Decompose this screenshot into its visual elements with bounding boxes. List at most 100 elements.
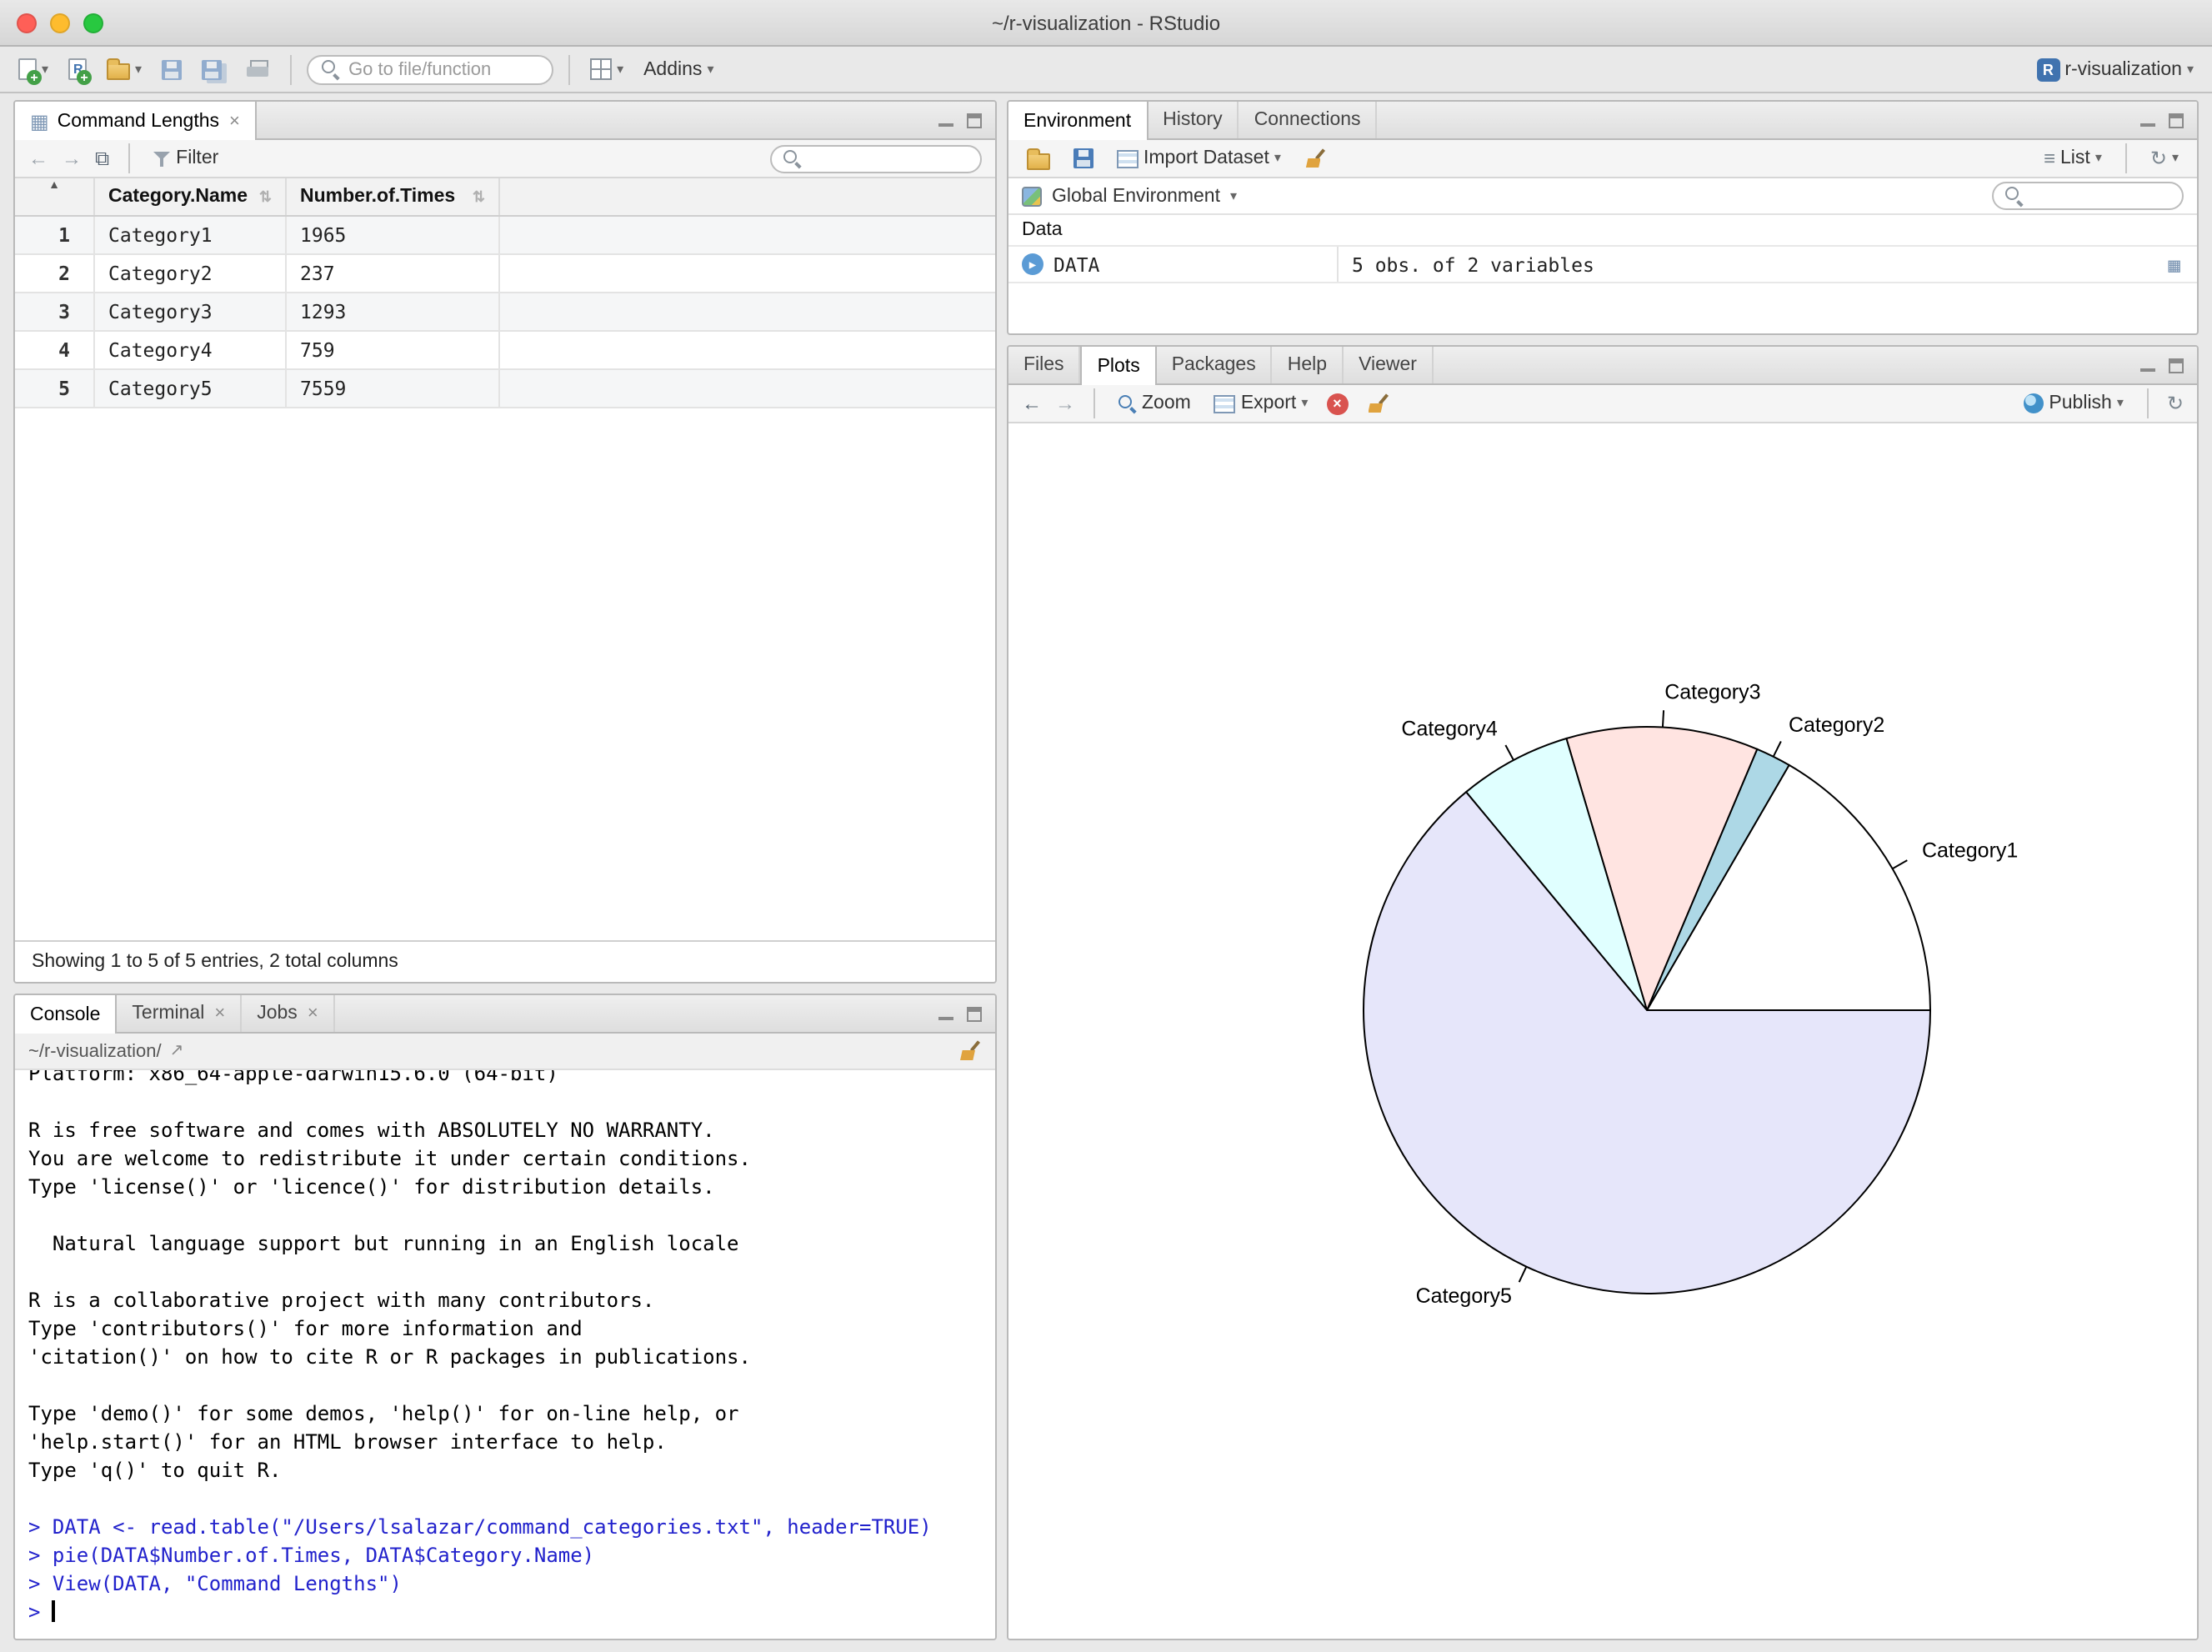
tab-terminal[interactable]: Terminal ×: [117, 995, 243, 1032]
environment-search-box[interactable]: [1992, 182, 2184, 210]
new-file-button[interactable]: ▾: [13, 55, 53, 85]
next-plot-button[interactable]: →: [1055, 393, 1075, 413]
back-button[interactable]: ←: [28, 148, 48, 168]
clear-all-plots-button[interactable]: [1361, 389, 1394, 418]
caret-icon: ▾: [617, 61, 624, 76]
print-button[interactable]: [242, 56, 275, 83]
previous-plot-button[interactable]: ←: [1022, 393, 1042, 413]
filter-icon: [153, 149, 171, 168]
tab-label: Environment: [1023, 111, 1132, 131]
tab-plots[interactable]: Plots: [1080, 347, 1157, 385]
tab-packages[interactable]: Packages: [1157, 347, 1273, 383]
clear-console-icon[interactable]: [958, 1040, 982, 1062]
table-row[interactable]: 1 Category1 1965: [15, 217, 995, 255]
new-project-button[interactable]: [63, 55, 93, 85]
broom-icon: [1304, 148, 1328, 169]
table-row[interactable]: 3 Category3 1293: [15, 293, 995, 332]
maximize-pane-button[interactable]: [967, 113, 982, 128]
table-cell: 7559: [287, 370, 500, 407]
table-search-input[interactable]: [808, 148, 968, 168]
console-line: 'citation()' on how to cite R or R packa…: [28, 1345, 751, 1369]
plots-tabstrip: Files Plots Packages Help Viewer: [1008, 347, 2197, 385]
traffic-lights: [17, 13, 103, 33]
console-cursor: [52, 1600, 55, 1622]
console-line: Natural language support but running in …: [28, 1232, 739, 1255]
expand-object-icon[interactable]: ▶: [1022, 253, 1043, 275]
row-number-header[interactable]: ▲: [15, 178, 95, 215]
table-cell: 1293: [287, 293, 500, 330]
refresh-environment-button[interactable]: ↻ ▾: [2145, 145, 2184, 172]
environment-scope-row: Global Environment ▾: [1008, 178, 2197, 215]
minimize-window-button[interactable]: [50, 13, 70, 33]
tab-help[interactable]: Help: [1273, 347, 1344, 383]
save-button[interactable]: [157, 56, 187, 83]
minimize-pane-button[interactable]: [938, 1007, 953, 1020]
close-tab-icon[interactable]: ×: [308, 1004, 318, 1024]
popout-button[interactable]: ⧉: [95, 148, 109, 168]
export-label: Export: [1240, 393, 1297, 413]
list-view-button[interactable]: ≡ List ▾: [2039, 145, 2107, 172]
project-label: r-visualization: [2064, 59, 2182, 79]
save-all-button[interactable]: [197, 56, 232, 83]
refresh-plots-button[interactable]: ↻: [2167, 393, 2184, 413]
tab-label: Packages: [1171, 355, 1256, 375]
addins-button[interactable]: Addins ▾: [638, 56, 718, 83]
goto-file-input[interactable]: [348, 59, 586, 79]
table-search-box[interactable]: [770, 144, 982, 173]
table-row[interactable]: 5 Category5 7559: [15, 370, 995, 408]
column-header-category-name[interactable]: Category.Name ⇅: [95, 178, 287, 215]
maximize-pane-button[interactable]: [967, 1006, 982, 1021]
publish-plot-button[interactable]: Publish ▾: [2019, 390, 2128, 417]
remove-plot-button[interactable]: ×: [1326, 393, 1349, 414]
environment-section-header: Data: [1008, 215, 2197, 247]
console-output[interactable]: Platform: x86_64-apple-darwin15.6.0 (64-…: [15, 1070, 995, 1639]
rstudio-window: ~/r-visualization - RStudio ▾ ▾ ▾ Addins: [0, 0, 2212, 1652]
console-prompt-line[interactable]: >: [28, 1599, 982, 1627]
table-row[interactable]: 2 Category2 237: [15, 255, 995, 293]
maximize-pane-button[interactable]: [2169, 113, 2184, 128]
environment-object-row[interactable]: ▶ DATA 5 obs. of 2 variables ▦: [1008, 247, 2197, 283]
forward-button[interactable]: →: [62, 148, 82, 168]
global-environment-label[interactable]: Global Environment: [1052, 186, 1220, 206]
column-header-number-of-times[interactable]: Number.of.Times ⇅: [287, 178, 500, 215]
tab-environment[interactable]: Environment: [1008, 102, 1149, 140]
caret-icon: ▾: [135, 61, 143, 76]
filter-button[interactable]: Filter: [148, 145, 223, 172]
tab-history[interactable]: History: [1148, 102, 1239, 138]
tab-jobs[interactable]: Jobs ×: [242, 995, 335, 1032]
minimize-pane-button[interactable]: [2140, 358, 2155, 372]
open-file-button[interactable]: ▾: [102, 55, 147, 83]
table-cell: Category2: [95, 255, 287, 292]
import-dataset-button[interactable]: Import Dataset ▾: [1112, 145, 1286, 172]
close-tab-icon[interactable]: ×: [214, 1004, 225, 1024]
tab-viewer[interactable]: Viewer: [1344, 347, 1434, 383]
view-object-button[interactable]: ▦: [2169, 254, 2184, 274]
pane-layout-button[interactable]: ▾: [585, 55, 628, 83]
minimize-pane-button[interactable]: [938, 113, 953, 127]
maximize-pane-button[interactable]: [2169, 358, 2184, 373]
zoom-plot-button[interactable]: Zoom: [1114, 390, 1196, 417]
zoom-window-button[interactable]: [83, 13, 103, 33]
export-plot-button[interactable]: Export ▾: [1209, 390, 1314, 417]
tab-files[interactable]: Files: [1008, 347, 1081, 383]
data-viewer-pane: ▦ Command Lengths × ← → ⧉ Filter ▲ Categ…: [13, 100, 997, 984]
toolbar-separator: [568, 54, 571, 84]
titlebar: ~/r-visualization - RStudio: [0, 0, 2212, 47]
project-menu-button[interactable]: R r-visualization ▾: [2031, 54, 2199, 84]
load-workspace-button[interactable]: [1022, 144, 1055, 173]
environment-search-input[interactable]: [2030, 186, 2170, 206]
clear-environment-button[interactable]: [1299, 144, 1333, 173]
tab-connections[interactable]: Connections: [1239, 102, 1378, 138]
tab-console[interactable]: Console: [15, 995, 118, 1034]
goto-directory-icon[interactable]: ↗: [170, 1042, 184, 1060]
save-workspace-button[interactable]: [1068, 145, 1098, 172]
goto-file-box[interactable]: [307, 54, 586, 84]
close-window-button[interactable]: [17, 13, 37, 33]
zoom-label: Zoom: [1142, 393, 1191, 413]
close-tab-icon[interactable]: ×: [229, 111, 240, 131]
goto-search-icon: [322, 60, 340, 78]
table-row[interactable]: 4 Category4 759: [15, 332, 995, 370]
import-dataset-label: Import Dataset: [1144, 148, 1269, 168]
minimize-pane-button[interactable]: [2140, 113, 2155, 127]
tab-command-lengths[interactable]: ▦ Command Lengths ×: [15, 102, 257, 140]
